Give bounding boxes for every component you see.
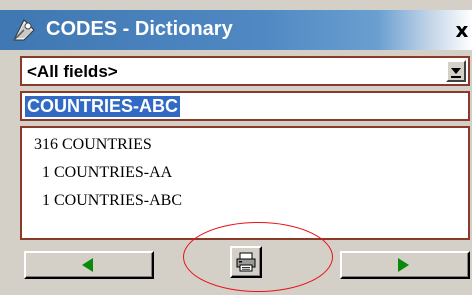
window-title: CODES - Dictionary xyxy=(46,18,233,40)
print-button[interactable] xyxy=(230,246,262,278)
next-button[interactable] xyxy=(340,251,470,279)
dropdown-button[interactable] xyxy=(446,60,466,82)
navigation-bar xyxy=(0,240,472,295)
close-button[interactable]: x xyxy=(452,18,472,42)
list-item[interactable]: 1 COUNTRIES-ABC xyxy=(22,190,182,212)
results-list[interactable]: 316 COUNTRIES 1 COUNTRIES-AA 1 COUNTRIES… xyxy=(20,126,470,240)
codes-dictionary-window: CODES - Dictionary x <All fields> COUNTR… xyxy=(0,0,472,295)
title-bar[interactable]: CODES - Dictionary x xyxy=(0,10,472,50)
arrow-right-icon xyxy=(398,258,409,272)
search-input-value: COUNTRIES-ABC xyxy=(25,96,180,117)
arrow-left-icon xyxy=(82,258,93,272)
previous-button[interactable] xyxy=(24,251,154,279)
list-item[interactable]: 1 COUNTRIES-AA xyxy=(22,162,172,184)
list-item[interactable]: 316 COUNTRIES xyxy=(22,134,152,156)
chevron-down-icon xyxy=(451,68,461,74)
field-filter-select[interactable]: <All fields> xyxy=(20,56,470,86)
dropdown-bar-icon xyxy=(451,76,461,78)
search-input[interactable]: COUNTRIES-ABC xyxy=(20,91,470,121)
codes-dictionary-icon xyxy=(10,16,38,44)
field-filter-value: <All fields> xyxy=(27,62,118,81)
printer-icon xyxy=(236,252,256,272)
